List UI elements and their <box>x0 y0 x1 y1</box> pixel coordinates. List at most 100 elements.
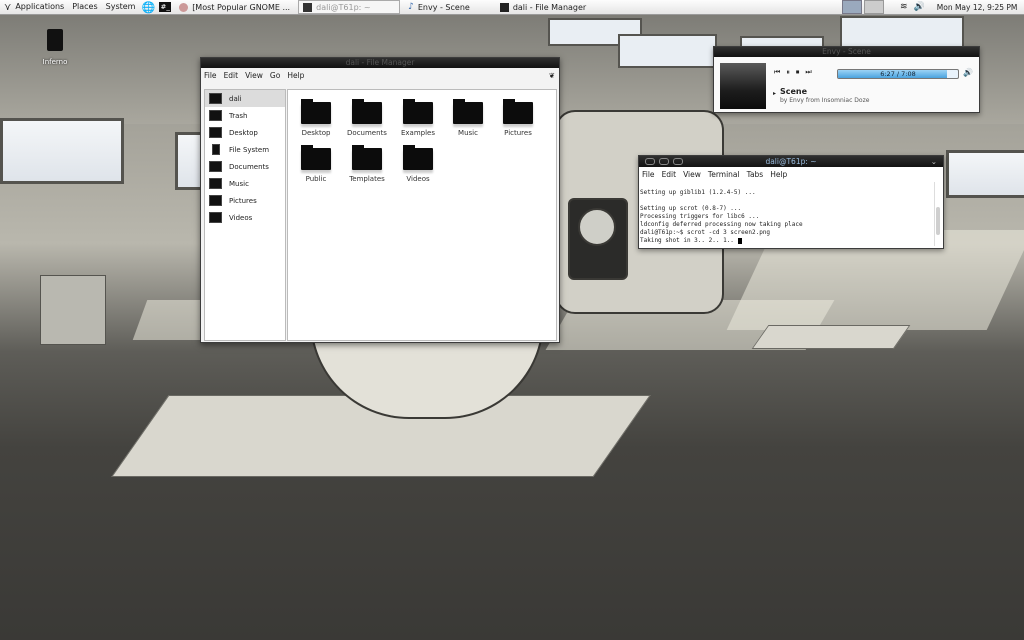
menu-help[interactable]: Help <box>770 170 787 179</box>
top-panel: ⋎ Applications Places System 🌐 #_ [Most … <box>0 0 1024 15</box>
sidebar-item-dali[interactable]: dali <box>205 90 285 107</box>
menu-system[interactable]: System <box>102 0 140 14</box>
scrollbar[interactable] <box>934 182 942 246</box>
file-manager-menubar: File Edit View Go Help ❦ <box>201 68 559 82</box>
sidebar-item-videos[interactable]: Videos <box>205 209 285 226</box>
next-icon[interactable]: ⏭ <box>805 68 811 77</box>
gnome-foot-icon[interactable]: ⋎ <box>4 2 11 13</box>
volume-icon[interactable]: 🔊 <box>914 2 925 12</box>
menu-view[interactable]: View <box>683 170 701 179</box>
speaker-cone <box>578 208 616 246</box>
scrollbar-thumb[interactable] <box>936 207 940 235</box>
window-title[interactable]: dali - File Manager <box>201 58 559 68</box>
file-manager-window: dali - File Manager File Edit View Go He… <box>200 57 560 343</box>
cursor <box>737 237 742 244</box>
task-browser[interactable]: [Most Popular GNOME ... <box>175 1 294 13</box>
song-artist-album: by Envy from Insomniac Doze <box>780 97 870 104</box>
menu-go[interactable]: Go <box>270 71 280 80</box>
playback-controls: ⏮ ⏸ ⏹ ⏭ <box>774 68 818 77</box>
sidebar-item-documents[interactable]: Documents <box>205 158 285 175</box>
workspace-1[interactable] <box>842 0 862 14</box>
terminal-icon <box>303 2 313 12</box>
folder-icon <box>209 195 222 206</box>
folder-icon <box>403 145 433 170</box>
folder-icon <box>453 99 483 124</box>
menu-edit[interactable]: Edit <box>662 170 677 179</box>
task-music[interactable]: ♪ Envy - Scene <box>404 1 474 13</box>
wall-door <box>40 275 106 345</box>
sidebar-item-pictures[interactable]: Pictures <box>205 192 285 209</box>
sidebar-item-label: Pictures <box>229 196 257 205</box>
sidebar-item-file-system[interactable]: File System <box>205 141 285 158</box>
menu-view[interactable]: View <box>245 71 263 80</box>
window-button-icon[interactable] <box>673 158 683 165</box>
task-file-manager[interactable]: dali - File Manager <box>496 1 590 13</box>
task-terminal[interactable]: dali@T61p: ~ <box>298 0 401 14</box>
terminal-output[interactable]: Setting up giblib1 (1.2.4-5) ... Setting … <box>639 181 936 247</box>
folder-public[interactable]: Public <box>291 145 341 183</box>
folder-pictures[interactable]: Pictures <box>493 99 543 137</box>
music-note-icon: ♪ <box>408 2 414 12</box>
sidebar-item-label: Trash <box>229 111 248 120</box>
previous-icon[interactable]: ⏮ <box>774 68 780 77</box>
folder-videos[interactable]: Videos <box>393 145 443 183</box>
web-browser-icon[interactable]: 🌐 <box>141 1 155 14</box>
pedestal <box>751 325 911 349</box>
terminal-titlebar[interactable]: dali@T61p: ~ ⌄ <box>639 156 943 167</box>
workspace-2[interactable] <box>864 0 884 14</box>
menu-edit[interactable]: Edit <box>224 71 239 80</box>
stop-icon[interactable]: ⏹ <box>796 68 800 77</box>
task-label: Envy - Scene <box>417 2 470 12</box>
sidebar-item-desktop[interactable]: Desktop <box>205 124 285 141</box>
file-view: Desktop Documents Examples Music Picture… <box>287 89 557 341</box>
skylight <box>618 34 717 68</box>
terminal-line: Taking shot in 3.. 2.. 1.. <box>640 237 738 244</box>
menu-applications[interactable]: Applications <box>11 0 68 14</box>
system-tray: ≋ 🔊 Mon May 12, 9:25 PM ⇥ <box>842 0 1024 14</box>
menu-tabs[interactable]: Tabs <box>747 170 764 179</box>
sidebar-item-music[interactable]: Music <box>205 175 285 192</box>
folder-icon <box>403 99 433 124</box>
folder-templates[interactable]: Templates <box>342 145 392 183</box>
sidebar-item-label: Documents <box>229 162 269 171</box>
terminal-last-line: Taking shot in 3.. 2.. 1.. <box>640 237 936 245</box>
folder-music[interactable]: Music <box>443 99 493 137</box>
folder-examples[interactable]: Examples <box>393 99 443 137</box>
sidebar-item-label: Videos <box>229 213 253 222</box>
expander-arrow-icon[interactable]: ▸ <box>773 90 776 97</box>
pause-icon[interactable]: ⏸ <box>786 68 790 77</box>
desktop-icon-label: Inferno <box>42 58 68 66</box>
folder-desktop[interactable]: Desktop <box>291 99 341 137</box>
task-label: [Most Popular GNOME ... <box>192 2 291 12</box>
desktop-icon-inferno[interactable]: Inferno <box>40 29 70 66</box>
file-manager-icon <box>499 2 509 12</box>
seek-bar[interactable]: 6:27 / 7:08 <box>837 69 959 79</box>
wifi-icon[interactable]: ≋ <box>900 2 908 12</box>
folder-label: Documents <box>347 129 387 137</box>
menu-file[interactable]: File <box>204 71 217 80</box>
terminal-launcher-icon[interactable]: #_ <box>159 2 172 12</box>
window-button-icon[interactable] <box>645 158 655 165</box>
clock[interactable]: Mon May 12, 9:25 PM <box>937 3 1018 12</box>
folder-label: Music <box>458 129 478 137</box>
browser-icon <box>179 2 189 12</box>
window-button-icon[interactable] <box>659 158 669 165</box>
window-title[interactable]: Envy - Scene <box>714 47 979 57</box>
menu-terminal[interactable]: Terminal <box>708 170 740 179</box>
sidebar-item-trash[interactable]: Trash <box>205 107 285 124</box>
sidebar-item-label: dali <box>229 94 242 103</box>
folder-documents[interactable]: Documents <box>342 99 392 137</box>
chevron-down-icon[interactable]: ⌄ <box>931 156 937 167</box>
menu-file[interactable]: File <box>642 170 655 179</box>
song-title: Scene <box>780 87 808 96</box>
folder-label: Public <box>305 175 327 183</box>
drive-icon <box>212 144 220 155</box>
throbber-icon: ❦ <box>548 70 555 80</box>
media-player-window: Envy - Scene ⏮ ⏸ ⏹ ⏭ 6:27 / 7:08 🔊 ▸ Sce… <box>713 46 980 113</box>
home-icon <box>209 93 222 104</box>
menu-help[interactable]: Help <box>287 71 304 80</box>
menu-places[interactable]: Places <box>68 0 101 14</box>
window-title: dali@T61p: ~ <box>765 157 817 166</box>
volume-icon[interactable]: 🔊 <box>963 68 973 77</box>
